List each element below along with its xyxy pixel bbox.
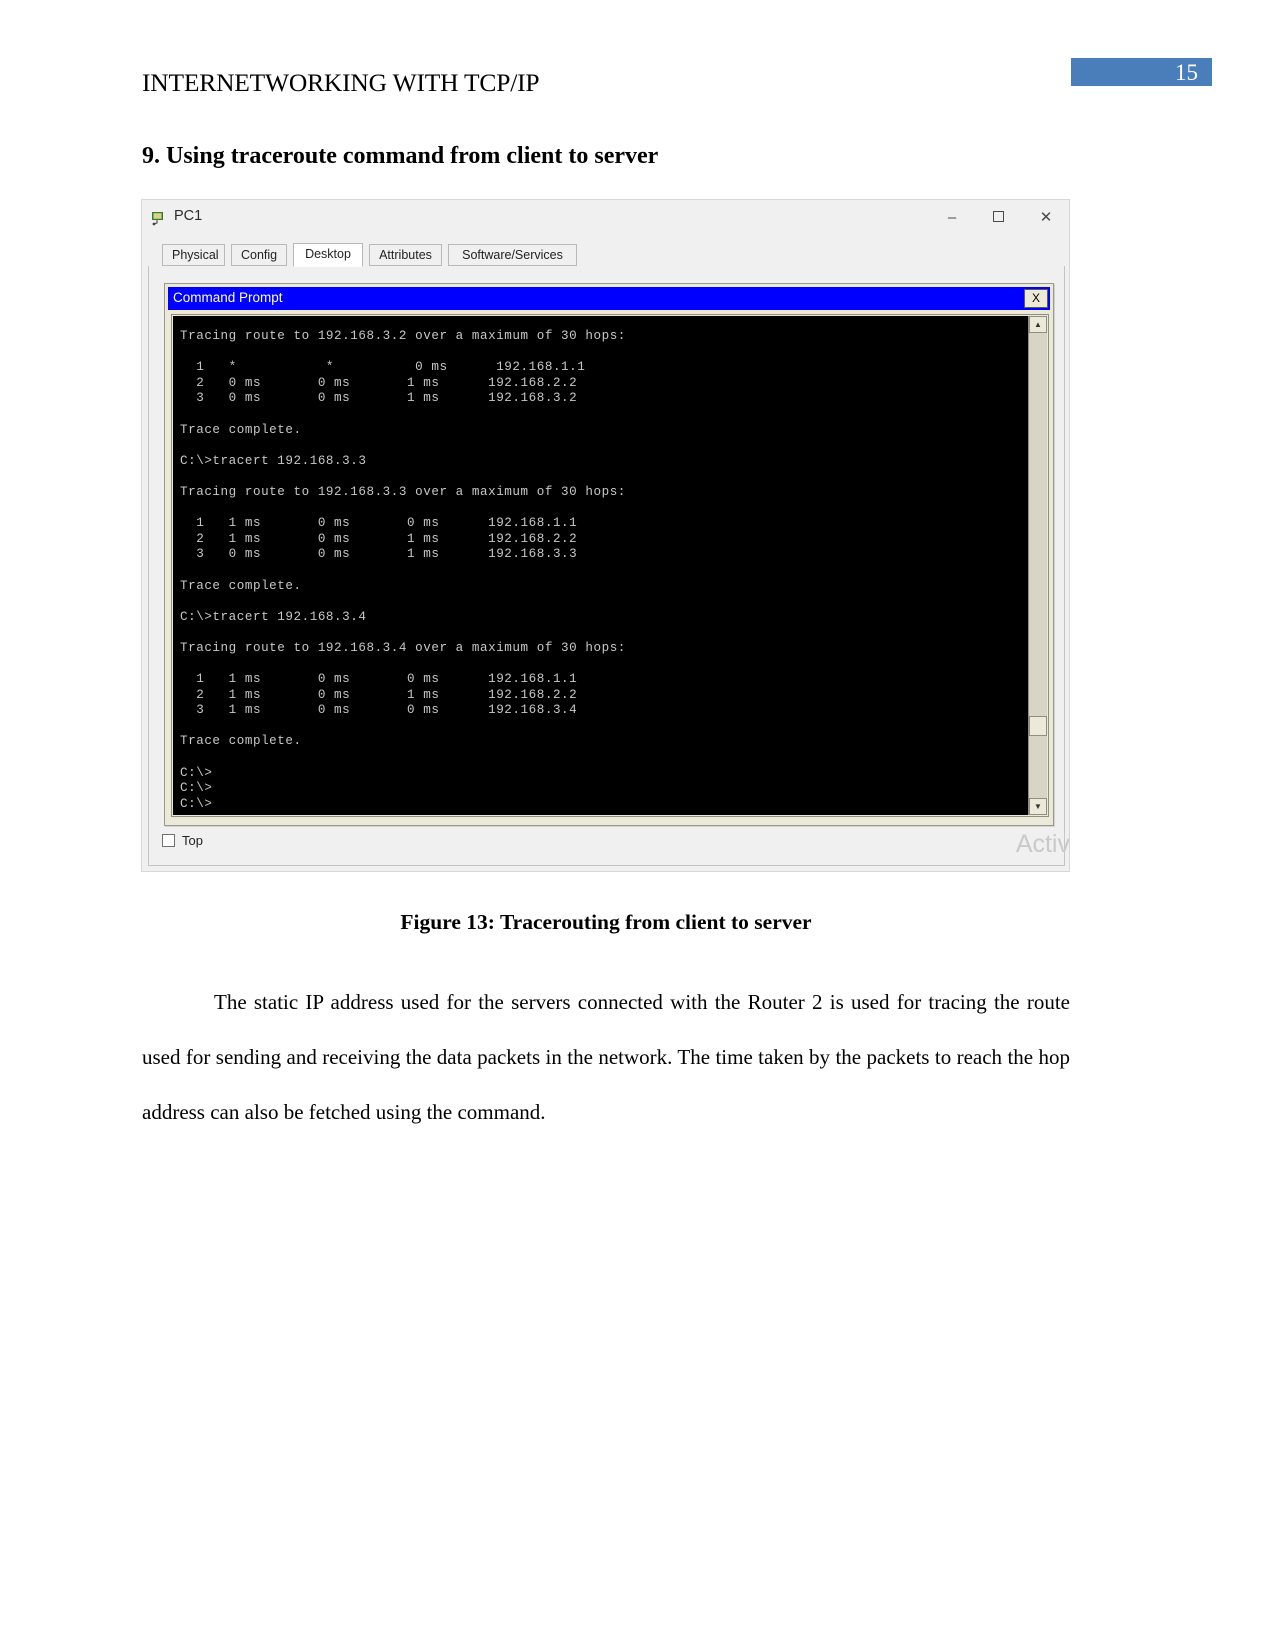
document-header-title: INTERNETWORKING WITH TCP/IP: [142, 68, 540, 97]
terminal-scrollbar[interactable]: ▲ ▼: [1028, 316, 1047, 815]
maximize-button[interactable]: [985, 208, 1011, 228]
tab-config[interactable]: Config: [231, 244, 287, 266]
scroll-up-arrow-icon[interactable]: ▲: [1029, 316, 1047, 333]
scroll-down-arrow-icon[interactable]: ▼: [1029, 798, 1047, 815]
page-number: 15: [1175, 60, 1198, 85]
tab-desktop[interactable]: Desktop: [293, 243, 363, 267]
close-button[interactable]: ✕: [1033, 208, 1059, 228]
top-checkbox-label: Top: [182, 833, 203, 848]
terminal-container: Tracing route to 192.168.3.2 over a maxi…: [171, 314, 1049, 817]
scrollbar-thumb[interactable]: [1029, 716, 1047, 736]
packet-tracer-pc-icon: [151, 210, 167, 226]
pc1-window-title: PC1: [174, 208, 203, 224]
minimize-button[interactable]: –: [939, 208, 965, 228]
tab-attributes[interactable]: Attributes: [369, 244, 442, 266]
terminal-output-area[interactable]: Tracing route to 192.168.3.2 over a maxi…: [173, 316, 1028, 815]
pc1-tabstrip: Physical Config Desktop Attributes Softw…: [148, 243, 1065, 268]
tab-physical[interactable]: Physical: [162, 244, 225, 266]
command-prompt-window: Command Prompt X Tracing route to 192.16…: [164, 283, 1054, 826]
command-prompt-title: Command Prompt: [173, 290, 283, 305]
figure-caption: Figure 13: Tracerouting from client to s…: [400, 910, 812, 934]
command-prompt-close-button[interactable]: X: [1024, 289, 1048, 308]
activate-windows-watermark: Activ: [1015, 830, 1070, 858]
body-paragraph: The static IP address used for the serve…: [142, 990, 1070, 1124]
embedded-screenshot-figure: PC1 – ✕ Physical Config Desktop Attribut…: [141, 199, 1070, 872]
command-prompt-titlebar: Command Prompt X: [168, 287, 1050, 310]
pc1-window-titlebar: PC1 – ✕: [142, 200, 1069, 238]
page-number-badge: 15: [1071, 58, 1212, 86]
top-checkbox[interactable]: [162, 834, 175, 847]
terminal-text: Tracing route to 192.168.3.2 over a maxi…: [180, 329, 626, 811]
section-heading: 9. Using traceroute command from client …: [142, 143, 659, 169]
document-header: INTERNETWORKING WITH TCP/IP 15: [142, 58, 1212, 104]
tab-software-services[interactable]: Software/Services: [448, 244, 577, 266]
desktop-panel: Command Prompt X Tracing route to 192.16…: [148, 266, 1069, 866]
